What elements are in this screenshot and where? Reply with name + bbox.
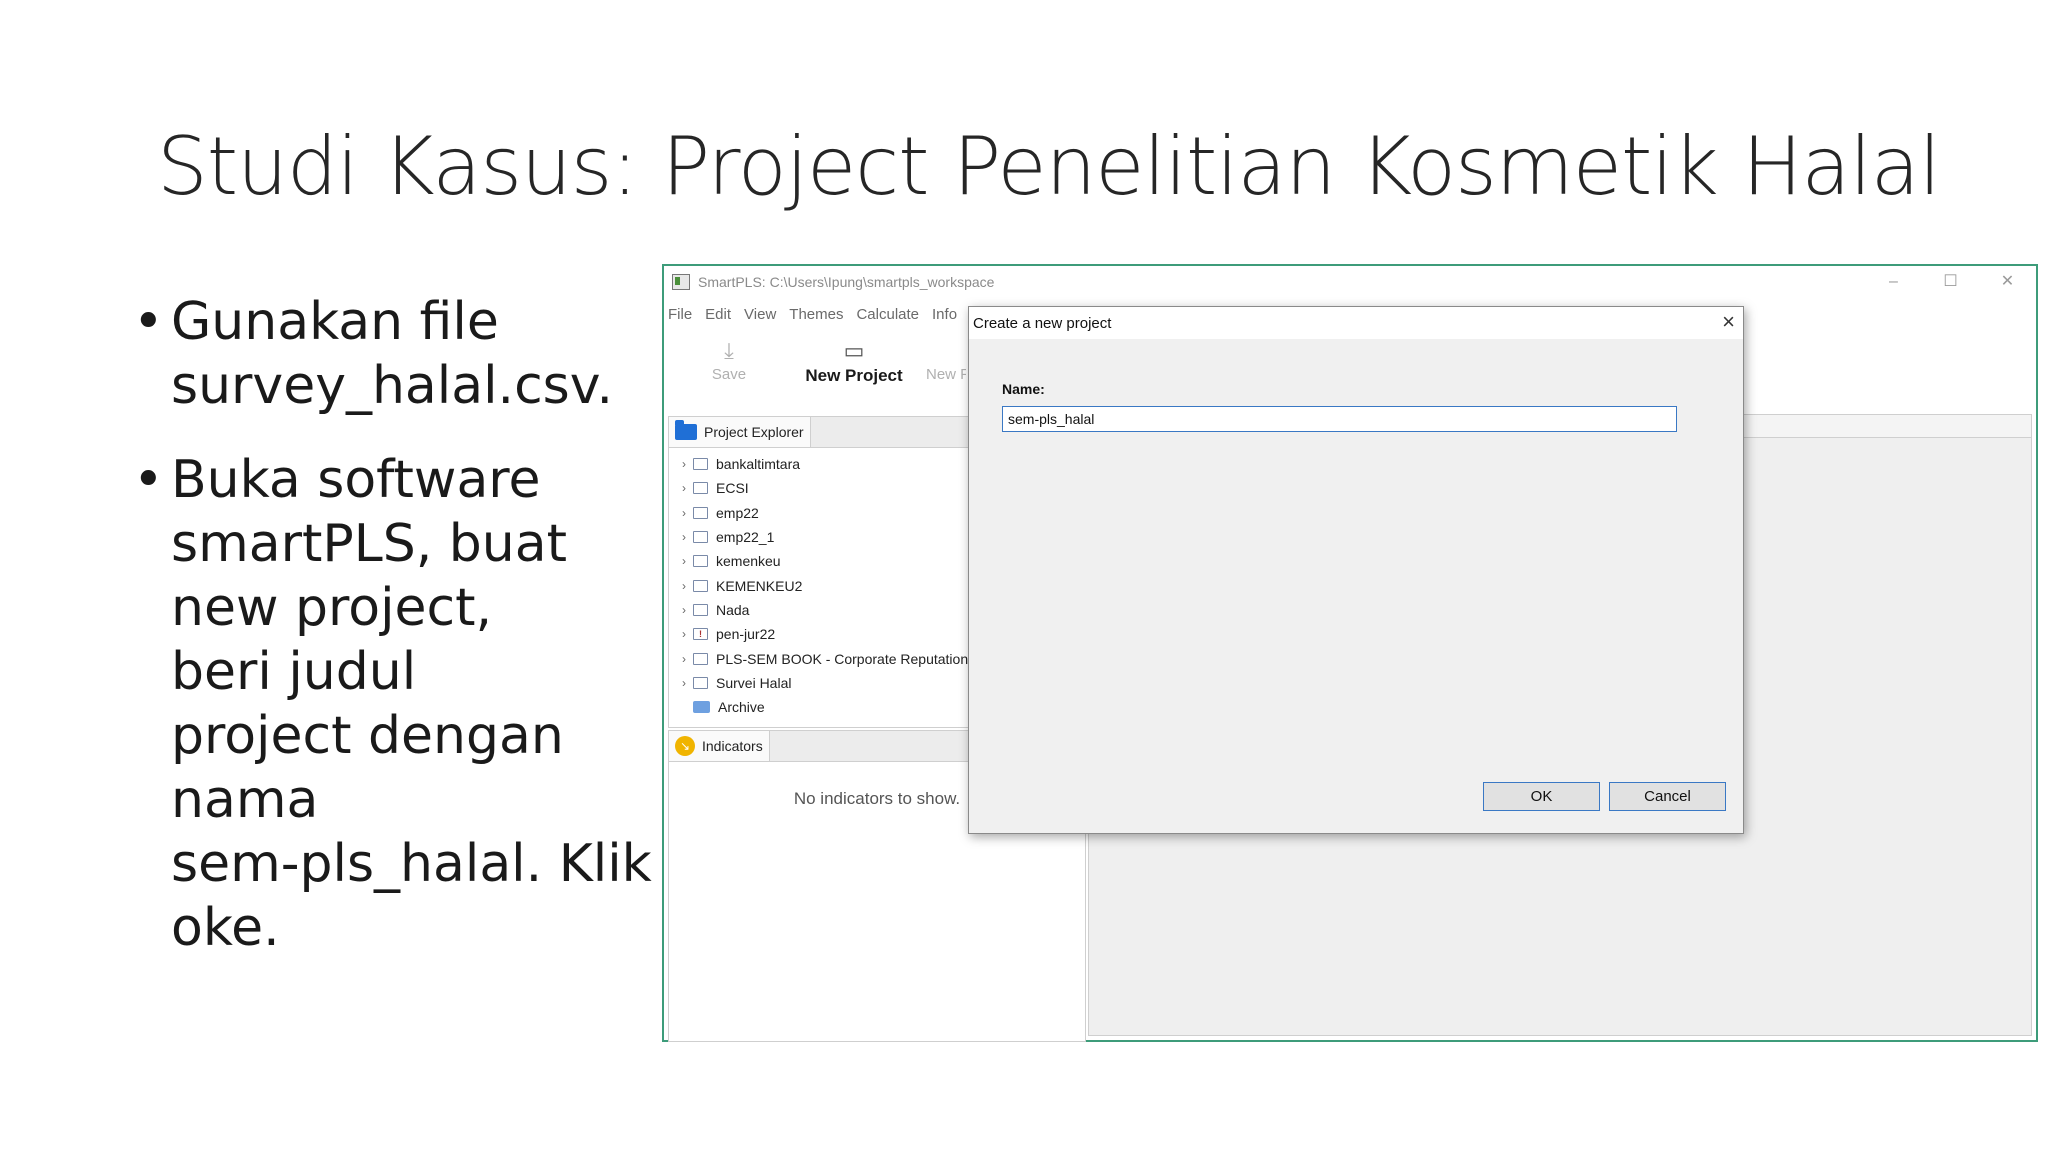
tab-indicators[interactable]: ↘ Indicators [669, 731, 770, 761]
name-label: Name: [1002, 381, 1045, 397]
tree-item-label: PLS-SEM BOOK - Corporate Reputation [716, 650, 969, 667]
menu-bar: File Edit View Themes Calculate Info [668, 306, 970, 323]
project-icon [693, 579, 708, 592]
menu-info[interactable]: Info [932, 306, 957, 323]
save-button[interactable]: ⤓ Save [704, 336, 754, 383]
bullet-dot: • [133, 292, 164, 352]
project-icon [693, 652, 708, 665]
project-icon [693, 506, 708, 519]
menu-edit[interactable]: Edit [705, 306, 731, 323]
archive-icon [693, 701, 710, 714]
tab-project-explorer[interactable]: Project Explorer [669, 417, 811, 447]
tree-item-label: kemenkeu [716, 553, 781, 570]
window-titlebar: SmartPLS: C:\Users\Ipung\smartpls_worksp… [664, 266, 2036, 298]
chevron-right-icon[interactable]: › [675, 603, 693, 617]
chevron-right-icon[interactable]: › [675, 676, 693, 690]
tree-item-label: emp22_1 [716, 529, 775, 546]
tree-item-label: Survei Halal [716, 674, 792, 691]
chevron-right-icon[interactable]: › [675, 506, 693, 520]
chevron-right-icon[interactable]: › [675, 481, 693, 495]
window-controls: – ☐ ✕ [1865, 266, 2036, 298]
ok-button[interactable]: OK [1483, 782, 1600, 811]
project-icon [693, 531, 708, 544]
new-item-label: New F [926, 366, 966, 383]
menu-file[interactable]: File [668, 306, 692, 323]
tab-label: Indicators [702, 738, 763, 754]
project-name-input[interactable] [1002, 406, 1677, 432]
tree-item-label: emp22 [716, 504, 759, 521]
bullet-text: Gunakan file survey_halal.csv. [171, 292, 614, 416]
project-icon [693, 555, 708, 568]
folder-icon [675, 420, 697, 440]
bullet-item: • Buka software smartPLS, buat new projec… [133, 448, 653, 960]
chevron-right-icon[interactable]: › [675, 579, 693, 593]
close-icon[interactable]: × [1722, 309, 1735, 335]
new-project-icon: ▭ [843, 338, 865, 363]
slide-title: Studi Kasus: Project Penelitian Kosmetik… [157, 120, 1941, 213]
create-project-dialog: Create a new project × Name: OK Cancel [968, 306, 1744, 834]
chevron-right-icon[interactable]: › [675, 530, 693, 544]
dialog-title: Create a new project [973, 315, 1112, 332]
menu-calculate[interactable]: Calculate [856, 306, 919, 323]
bullet-item: • Gunakan file survey_halal.csv. [133, 290, 653, 418]
dialog-titlebar: Create a new project × [969, 307, 1743, 339]
tree-item-label: ECSI [716, 480, 749, 497]
new-project-label: New Project [805, 366, 903, 385]
new-project-button[interactable]: ▭ New Project [784, 336, 924, 386]
menu-themes[interactable]: Themes [789, 306, 843, 323]
project-icon [693, 458, 708, 471]
maximize-button[interactable]: ☐ [1922, 266, 1979, 298]
tab-label: Project Explorer [704, 424, 804, 440]
new-item-button[interactable]: New F [926, 336, 966, 383]
cancel-button[interactable]: Cancel [1609, 782, 1726, 811]
close-window-button[interactable]: ✕ [1979, 266, 2036, 298]
minimize-button[interactable]: – [1865, 266, 1922, 298]
tree-item-label: bankaltimtara [716, 456, 801, 473]
save-icon: ⤓ [724, 338, 734, 363]
tree-item-label: pen-jur22 [716, 626, 776, 643]
project-icon [693, 482, 708, 495]
bullet-list: • Gunakan file survey_halal.csv. • Buka so… [133, 290, 653, 990]
tree-item-label: Archive [718, 699, 765, 716]
tree-item-label: KEMENKEU2 [716, 577, 803, 594]
menu-view[interactable]: View [744, 306, 776, 323]
chevron-right-icon[interactable]: › [675, 652, 693, 666]
project-icon [693, 676, 708, 689]
project-icon [693, 603, 708, 616]
toolbar: ⤓ Save ▭ New Project New F [664, 330, 966, 416]
tree-item-label: Nada [716, 601, 750, 618]
chevron-right-icon[interactable]: › [675, 554, 693, 568]
bullet-dot: • [133, 450, 164, 510]
chevron-right-icon[interactable]: › [675, 457, 693, 471]
indicators-icon: ↘ [675, 736, 695, 756]
window-title: SmartPLS: C:\Users\Ipung\smartpls_worksp… [698, 274, 995, 290]
chevron-right-icon[interactable]: › [675, 627, 693, 641]
app-icon [672, 274, 690, 290]
bullet-text: Buka software smartPLS, buat new project… [171, 450, 652, 958]
project-warning-icon: ! [693, 628, 708, 641]
save-label: Save [711, 366, 747, 383]
